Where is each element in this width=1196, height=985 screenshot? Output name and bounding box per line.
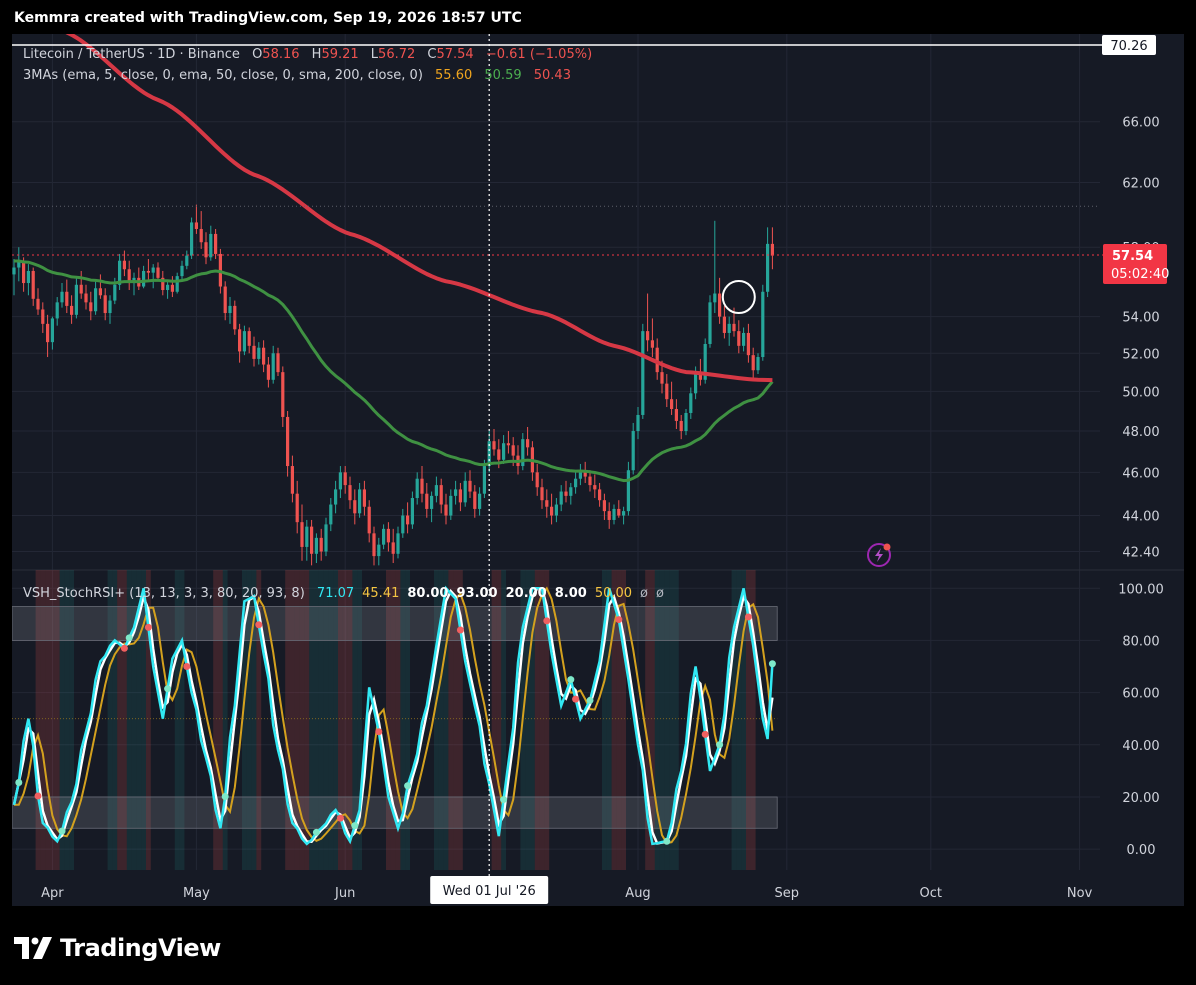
ma-legend-ema5: 55.60 xyxy=(435,68,472,83)
bull-cross-dot xyxy=(15,778,23,786)
crosshair-date-badge: Wed 01 Jul '26 xyxy=(430,876,549,904)
bear-cross-dot xyxy=(144,623,152,631)
bear-cross-dot xyxy=(744,613,752,621)
last-price-badge: 57.54 05:02:40 xyxy=(1103,243,1169,284)
tradingview-logo[interactable]: TradingView xyxy=(14,933,221,963)
tradingview-logo-icon xyxy=(14,937,52,959)
price-tick-label: 52.00 xyxy=(1122,347,1159,362)
chart-canvas[interactable]: 42.4044.0046.0048.0050.0052.0054.0058.00… xyxy=(11,34,1184,906)
stoch-legend-value: 50.00 xyxy=(595,586,632,601)
chart-background xyxy=(12,34,1184,906)
stoch-legend: VSH_StochRSI+ (13, 13, 3, 3, 80, 20, 93,… xyxy=(23,586,664,601)
bear-cross-dot xyxy=(183,663,191,671)
bull-cross-dot xyxy=(164,685,172,693)
top-price-badge: 70.26 xyxy=(1102,35,1156,55)
candle[interactable] xyxy=(708,295,712,348)
bull-cross-dot xyxy=(567,676,575,684)
stoch-legend-name: VSH_StochRSI+ (13, 13, 3, 3, 80, 20, 93,… xyxy=(23,586,305,601)
price-tick-label: 66.00 xyxy=(1122,116,1159,131)
stoch-tick-label: 0.00 xyxy=(1127,843,1156,858)
price-tick-label: 62.00 xyxy=(1122,176,1159,191)
bull-cross-dot xyxy=(125,634,133,642)
candle[interactable] xyxy=(190,217,194,260)
bear-cross-dot xyxy=(255,621,263,629)
time-tick-label: Nov xyxy=(1067,886,1093,901)
ma-legend-ema50: 50.59 xyxy=(484,68,521,83)
bear-cross-dot xyxy=(615,616,623,624)
bull-cross-dot xyxy=(716,741,724,749)
chart-frame[interactable]: 42.4044.0046.0048.0050.0052.0054.0058.00… xyxy=(11,34,1184,906)
price-tick-label: 44.00 xyxy=(1122,510,1159,525)
stoch-legend-value: 93.00 xyxy=(456,586,497,601)
bull-cross-dot xyxy=(58,827,66,835)
stoch-legend-value: 80.00 xyxy=(407,586,448,601)
stoch-legend-value: 45.41 xyxy=(362,586,399,601)
bear-cross-dot xyxy=(120,644,128,652)
bear-cross-dot xyxy=(375,728,383,736)
time-tick-label: Sep xyxy=(775,886,800,901)
bull-cross-dot xyxy=(221,792,229,800)
bear-cross-dot xyxy=(701,730,709,738)
stoch-legend-value: 8.00 xyxy=(555,586,587,601)
stoch-tick-label: 100.00 xyxy=(1118,582,1164,597)
legend-high: 59.21 xyxy=(321,47,358,62)
legend-open: 58.16 xyxy=(262,47,299,62)
bull-cross-dot xyxy=(586,696,594,704)
bear-cross-dot xyxy=(456,626,464,634)
stoch-legend-value: ø xyxy=(656,586,664,601)
bear-cross-dot xyxy=(336,814,344,822)
bear-cross-dot xyxy=(543,617,551,625)
svg-text:VSH_StochRSI+ (13, 13, 3, 3, 8: VSH_StochRSI+ (13, 13, 3, 3, 80, 20, 93,… xyxy=(23,586,664,601)
svg-text:57.54: 57.54 xyxy=(1112,249,1153,264)
ma-legend-sma200: 50.43 xyxy=(534,68,571,83)
stoch-tick-label: 20.00 xyxy=(1122,791,1159,806)
stoch-legend-value: ø xyxy=(640,586,648,601)
legend-change: −0.61 (−1.05%) xyxy=(486,47,592,62)
price-tick-label: 46.00 xyxy=(1122,466,1159,481)
stoch-tick-label: 40.00 xyxy=(1122,739,1159,754)
bull-cross-dot xyxy=(312,828,320,836)
bull-cross-dot xyxy=(404,782,412,790)
stoch-legend-value: 20.00 xyxy=(506,586,547,601)
stoch-tick-label: 80.00 xyxy=(1122,634,1159,649)
time-tick-label: Oct xyxy=(920,886,942,901)
stoch-legend-value: 71.07 xyxy=(317,586,354,601)
svg-text:3MAs (ema, 5, close, 0, ema, 5: 3MAs (ema, 5, close, 0, ema, 50, close, … xyxy=(23,68,571,83)
time-tick-label: May xyxy=(183,886,210,901)
legend-symbol: Litecoin / TetherUS · 1D · Binance xyxy=(23,47,240,62)
svg-text:Wed 01 Jul '26: Wed 01 Jul '26 xyxy=(443,884,536,899)
legend-low: 56.72 xyxy=(378,47,415,62)
bear-cross-dot xyxy=(34,792,42,800)
time-tick-label: Apr xyxy=(41,886,64,901)
ma-legend-name: 3MAs (ema, 5, close, 0, ema, 50, close, … xyxy=(23,68,423,83)
price-tick-label: 54.00 xyxy=(1122,311,1159,326)
svg-text:05:02:40: 05:02:40 xyxy=(1111,267,1169,282)
bull-cross-dot xyxy=(500,796,508,804)
legend-close: 57.54 xyxy=(436,47,473,62)
logo-text: TradingView xyxy=(60,934,221,962)
bull-cross-dot xyxy=(768,660,776,668)
price-tick-label: 42.40 xyxy=(1122,546,1159,561)
candle[interactable] xyxy=(703,338,707,384)
time-tick-label: Aug xyxy=(625,886,650,901)
candle[interactable] xyxy=(761,284,765,361)
svg-text:70.26: 70.26 xyxy=(1110,39,1147,54)
bull-cross-dot xyxy=(351,822,359,830)
chart-caption: Kemmra created with TradingView.com, Sep… xyxy=(14,10,522,26)
candle[interactable] xyxy=(641,323,645,419)
stoch-tick-label: 60.00 xyxy=(1122,687,1159,702)
price-tick-label: 48.00 xyxy=(1122,425,1159,440)
bull-cross-dot xyxy=(663,837,671,845)
price-tick-label: 50.00 xyxy=(1122,385,1159,400)
time-tick-label: Jun xyxy=(334,886,355,901)
bear-cross-dot xyxy=(572,695,580,703)
